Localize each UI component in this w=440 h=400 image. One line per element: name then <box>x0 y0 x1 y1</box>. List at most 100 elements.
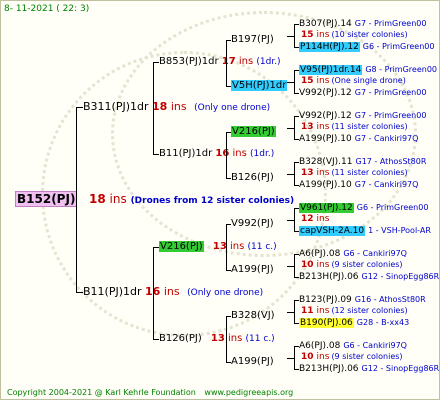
bracket-line <box>287 266 294 267</box>
copyright: Copyright 2004-2021 @ Karl Kehrle Founda… <box>7 387 293 399</box>
gen4-queen[interactable]: A199(PJ).10 G7 - Cankiri97Q <box>299 179 418 191</box>
gen3-drone-info: 11 ins (12 sister colonies) <box>301 305 408 317</box>
gen3-queen[interactable]: V216(PJ) <box>231 126 276 138</box>
gen1-count: 18 <box>152 100 168 113</box>
bracket-line <box>226 86 231 87</box>
gen3-name: V5H(PJ)1dr <box>231 80 288 91</box>
gen3-name: A199(PJ) <box>231 264 274 275</box>
gen4-queen[interactable]: B123(PJ).09 G16 - AthosSt80R <box>299 294 426 306</box>
bracket-line <box>226 224 231 225</box>
gen3-name: V992(PJ) <box>231 218 274 229</box>
copyright-text: Copyright 2004-2021 @ Karl Kehrle Founda… <box>7 388 196 397</box>
bracket-line <box>294 346 295 370</box>
gen3-drone-count: 10 <box>301 260 314 270</box>
gen3-ins: ins <box>316 122 330 132</box>
gen1-queen[interactable]: B311(PJ)1dr 18 ins (Only one drone) <box>83 101 270 114</box>
gen2-queen[interactable]: V216(PJ) 13 ins (11 c.) <box>159 241 277 253</box>
gen4-name: B190(PJ).06 <box>299 318 354 328</box>
bracket-line <box>153 339 159 340</box>
gen4-name: B213H(PJ).06 <box>299 364 359 374</box>
site-link[interactable]: www.pedigreeapis.org <box>204 388 293 397</box>
bracket-line <box>294 277 299 278</box>
gen1-name: B311(PJ)1dr <box>83 100 149 113</box>
gen4-queen[interactable]: A6(PJ).08 G6 - Cankiri97Q <box>299 340 407 352</box>
root-queen[interactable]: B152(PJ) <box>15 191 78 207</box>
gen4-queen[interactable]: B190(PJ).06 G28 - B-xx43 <box>299 317 409 329</box>
gen4-name: A6(PJ).08 <box>299 341 341 351</box>
gen3-queen[interactable]: B126(PJ) <box>231 172 274 184</box>
gen3-drone-count: 15 <box>301 76 314 86</box>
gen4-queen[interactable]: V961(PJ).12 G6 - PrimGreen00 <box>299 202 428 214</box>
gen3-queen[interactable]: V5H(PJ)1dr <box>231 80 288 92</box>
gen3-queen[interactable]: V992(PJ) <box>231 218 274 230</box>
gen2-count: 13 <box>210 333 225 344</box>
gen4-name: P114H(PJ).12 <box>299 42 360 52</box>
gen4-queen[interactable]: capVSH-2A.10 1 - VSH-Pool-AR <box>299 225 431 237</box>
gen2-note: (1dr.) <box>250 149 275 159</box>
gen1-queen[interactable]: B11(PJ)1dr 16 ins (Only one drone) <box>83 286 263 299</box>
gen2-count: 16 <box>215 148 230 159</box>
bracket-line <box>294 162 299 163</box>
bracket-line <box>226 316 231 317</box>
gen2-note: (11 c.) <box>247 242 277 252</box>
bracket-line <box>287 36 294 37</box>
gen4-breeder: 1 - VSH-Pool-AR <box>368 226 431 235</box>
gen3-drone-info: 10 ins (9 sister colonies) <box>301 351 403 363</box>
root-drone-note: (Drones from 12 sister colonies) <box>130 196 295 206</box>
gen4-queen[interactable]: P114H(PJ).12 G6 - PrimGreen00 <box>299 41 434 53</box>
gen3-queen[interactable]: B328(VJ) <box>231 310 275 322</box>
gen4-queen[interactable]: B328(VJ).11 G17 - AthosSt80R <box>299 156 426 168</box>
gen4-queen[interactable]: V95(PJ)1dr.14 G8 - PrimGreen00 <box>299 64 437 76</box>
gen3-drone-note: (9 sister colonies) <box>331 352 403 361</box>
bracket-line <box>294 300 295 324</box>
gen2-queen[interactable]: B853(PJ)1dr 17 ins (1dr.) <box>159 56 281 68</box>
gen4-queen[interactable]: A199(PJ).10 G7 - Cankiri97Q <box>299 133 418 145</box>
gen3-drone-note: (11 sister colonies) <box>331 122 408 131</box>
bracket-line <box>294 208 295 232</box>
gen4-queen[interactable]: B307(PJ).14 G7 - PrimGreen00 <box>299 18 426 30</box>
gen4-name: V961(PJ).12 <box>299 203 354 213</box>
gen2-name: B11(PJ)1dr <box>159 148 213 159</box>
gen4-queen[interactable]: B213H(PJ).06 G12 - SinopEgg86R <box>299 271 439 283</box>
gen4-queen[interactable]: B213H(PJ).06 G12 - SinopEgg86R <box>299 363 439 375</box>
bracket-line <box>294 116 295 140</box>
gen2-queen[interactable]: B11(PJ)1dr 16 ins (1dr.) <box>159 148 274 160</box>
bracket-line <box>76 107 77 293</box>
gen3-drone-info: 15 ins (10 sister colonies) <box>301 29 408 41</box>
bracket-line <box>294 254 295 278</box>
bracket-line <box>287 358 294 359</box>
gen3-drone-note: (One single drone) <box>331 76 406 85</box>
gen4-queen[interactable]: V992(PJ).12 G7 - PrimGreen00 <box>299 110 426 122</box>
gen4-queen[interactable]: A6(PJ).08 G6 - Cankiri97Q <box>299 248 407 260</box>
bracket-line <box>153 62 159 63</box>
bracket-line <box>294 300 299 301</box>
gen3-queen[interactable]: A199(PJ) <box>231 356 274 368</box>
gen3-drone-info: 13 ins (11 sister colonies) <box>301 167 408 179</box>
gen3-drone-info: 12 ins <box>301 213 331 225</box>
gen4-breeder: G6 - Cankiri97Q <box>343 341 407 350</box>
gen4-queen[interactable]: V992(PJ).12 G7 - PrimGreen00 <box>299 87 426 99</box>
gen1-note: (Only one drone) <box>194 103 271 113</box>
bracket-line <box>294 47 299 48</box>
bracket-line <box>287 82 294 83</box>
gen4-breeder: G16 - AthosSt80R <box>354 295 426 304</box>
gen3-ins: ins <box>316 168 330 178</box>
root-drone-count: 18 <box>89 192 106 206</box>
gen3-queen[interactable]: A199(PJ) <box>231 264 274 276</box>
gen4-breeder: G7 - Cankiri97Q <box>354 134 419 143</box>
bracket-line <box>294 139 299 140</box>
bracket-line <box>226 270 231 271</box>
gen3-drone-note: (10 sister colonies) <box>331 30 408 39</box>
gen2-ins: ins <box>230 241 245 252</box>
gen3-drone-info: 10 ins (9 sister colonies) <box>301 259 403 271</box>
bracket-line <box>226 362 231 363</box>
gen3-drone-count: 11 <box>301 306 314 316</box>
bracket-line <box>294 254 299 255</box>
gen3-drone-info: 15 ins (One single drone) <box>301 75 406 87</box>
gen2-count: 13 <box>212 241 227 252</box>
gen3-queen[interactable]: B197(PJ) <box>231 34 274 46</box>
gen3-drone-count: 15 <box>301 30 314 40</box>
gen2-queen[interactable]: B126(PJ) 13 ins (11 c.) <box>159 333 275 345</box>
gen3-ins: ins <box>316 76 330 86</box>
gen1-note: (Only one drone) <box>187 288 264 298</box>
